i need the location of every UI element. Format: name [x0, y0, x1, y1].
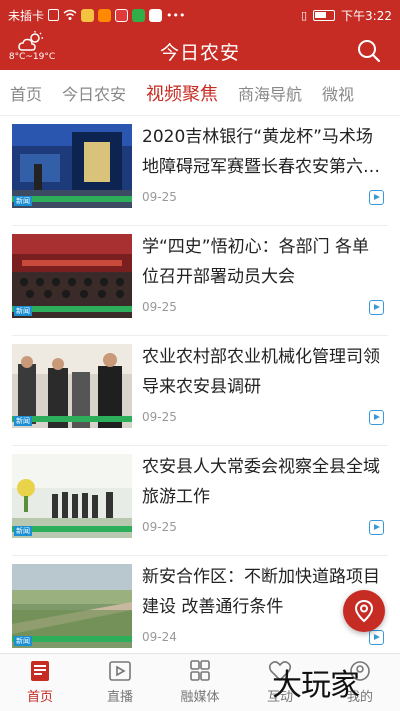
- nav-label: 融媒体: [180, 690, 220, 705]
- app-header: 8°C~19°C 今日农安: [0, 30, 400, 70]
- thumbnail-channel-tag: 新闻: [14, 196, 32, 206]
- tab-fade-overlay: [360, 70, 400, 115]
- play-video-icon[interactable]: [369, 190, 384, 205]
- nav-label: 首页: [26, 690, 53, 705]
- news-thumbnail: 新闻: [12, 124, 132, 208]
- thumbnail-channel-tag: 新闻: [14, 526, 32, 536]
- battery-icon: [313, 9, 336, 21]
- sim-icon: [48, 9, 60, 21]
- sim-status-text: 未插卡: [8, 8, 45, 23]
- news-title: 农业农村部农业机械化管理司领导来农安县调研: [142, 347, 380, 397]
- tab-today-nongan[interactable]: 今日农安: [52, 81, 136, 105]
- thumbnail-channel-tag: 新闻: [14, 636, 32, 646]
- grid-media-icon: [190, 660, 210, 681]
- page-title: 今日农安: [159, 42, 240, 64]
- location-button[interactable]: [343, 590, 385, 632]
- nav-live[interactable]: 直播: [80, 654, 160, 711]
- app-notification-icon: [98, 8, 112, 22]
- watermark-text: 大玩家: [272, 668, 360, 703]
- news-thumbnail: 新闻: [12, 564, 132, 648]
- tab-video-focus[interactable]: 视频聚焦: [136, 80, 228, 106]
- wifi-icon: [63, 9, 77, 20]
- news-thumbnail: 新闻: [12, 344, 132, 428]
- play-video-icon[interactable]: [369, 300, 384, 315]
- tab-home[interactable]: 首页: [0, 81, 52, 105]
- play-video-icon[interactable]: [369, 520, 384, 535]
- news-item[interactable]: 新闻 新安合作区：不断加快道路项目建设 改善通行条件 09-24: [12, 556, 388, 653]
- home-news-icon: [31, 661, 49, 681]
- channel-tabs: 首页 今日农安 视频聚焦 商海导航 微视: [0, 70, 400, 116]
- thumbnail-channel-tag: 新闻: [14, 416, 32, 426]
- news-title: 学“四史”悟初心：各部门 各单位召开部署动员大会: [142, 237, 370, 287]
- search-icon[interactable]: [356, 38, 382, 64]
- news-date: 09-24: [142, 630, 177, 644]
- tab-business-nav[interactable]: 商海导航: [228, 81, 312, 105]
- news-item[interactable]: 新闻 农安县人大常委会视察全县全域旅游工作 09-25: [12, 446, 388, 556]
- tab-micro-video[interactable]: 微视: [312, 81, 364, 105]
- app-notification-icon: [149, 8, 163, 22]
- app-notification-icon: [115, 8, 129, 22]
- app-notification-icon: [132, 8, 146, 22]
- news-date: 09-25: [142, 300, 177, 314]
- thumbnail-channel-tag: 新闻: [14, 306, 32, 316]
- news-item[interactable]: 新闻 2020吉林银行“黄龙杯”马术场地障碍冠军赛暨长春农安第六… 09-25: [12, 116, 388, 226]
- status-bar: 未插卡 ••• ▯ 下午3:22: [0, 0, 400, 30]
- news-list: 新闻 2020吉林银行“黄龙杯”马术场地障碍冠军赛暨长春农安第六… 09-25 …: [0, 116, 400, 653]
- news-date: 09-25: [142, 410, 177, 424]
- location-pin-icon: [354, 599, 374, 623]
- news-title: 农安县人大常委会视察全县全域旅游工作: [142, 457, 380, 507]
- nav-home[interactable]: 首页: [0, 654, 80, 711]
- live-video-icon: [109, 661, 131, 681]
- more-dots-icon: •••: [166, 8, 186, 22]
- nav-media[interactable]: 融媒体: [160, 654, 240, 711]
- nav-label: 直播: [106, 690, 133, 705]
- vibrate-icon: ▯: [300, 8, 308, 22]
- news-date: 09-25: [142, 190, 177, 204]
- news-item[interactable]: 新闻 农业农村部农业机械化管理司领导来农安县调研 09-25: [12, 336, 388, 446]
- app-notification-icon: [81, 8, 95, 22]
- status-time: 下午3:22: [341, 8, 392, 23]
- news-title: 2020吉林银行“黄龙杯”马术场地障碍冠军赛暨长春农安第六…: [142, 127, 380, 177]
- play-video-icon[interactable]: [369, 410, 384, 425]
- news-thumbnail: 新闻: [12, 454, 132, 538]
- news-date: 09-25: [142, 520, 177, 534]
- news-thumbnail: 新闻: [12, 234, 132, 318]
- news-item[interactable]: 新闻 学“四史”悟初心：各部门 各单位召开部署动员大会 09-25: [12, 226, 388, 336]
- play-video-icon[interactable]: [369, 630, 384, 645]
